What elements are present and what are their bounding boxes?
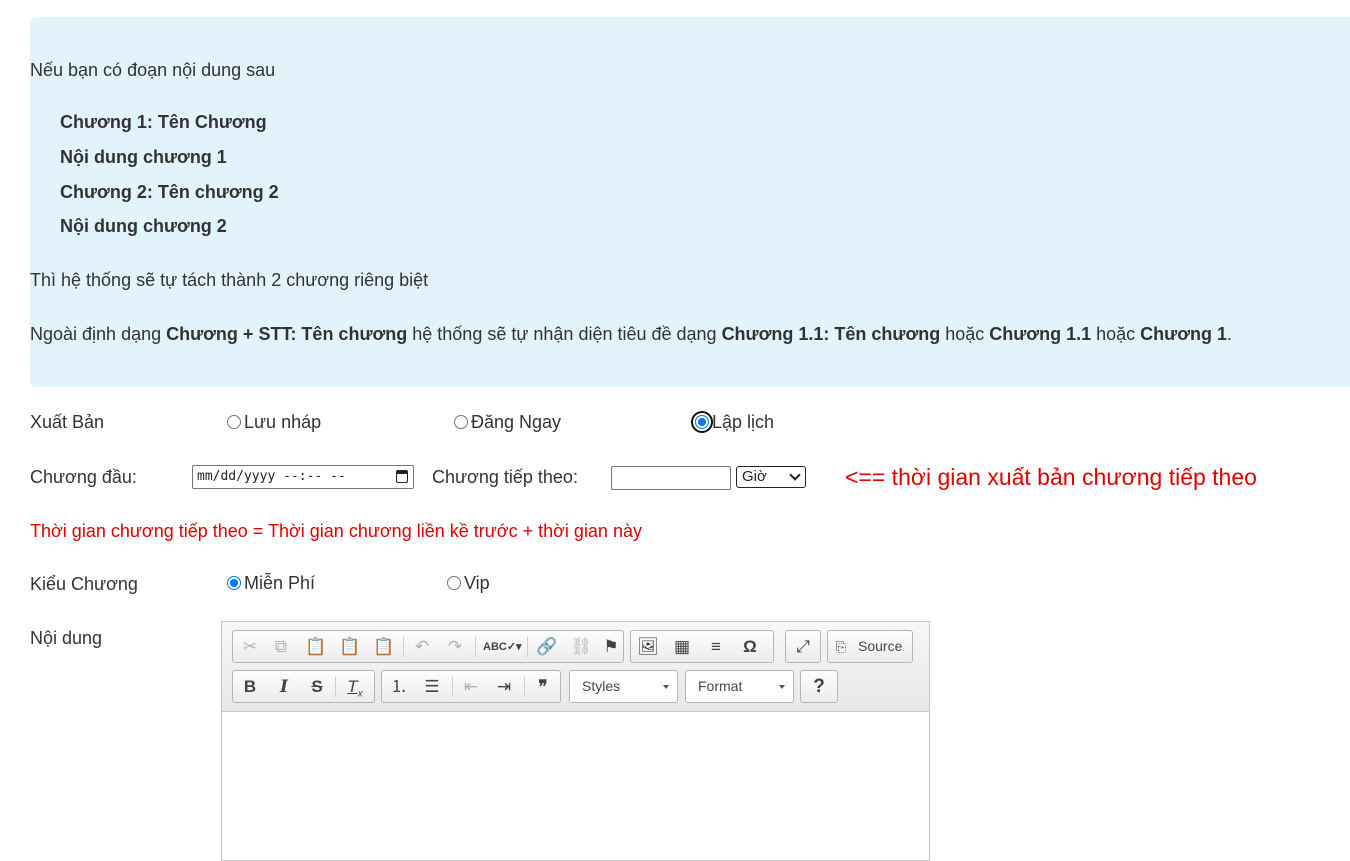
bold-icon[interactable]: B [236, 674, 264, 700]
blockquote-icon[interactable]: ❞ [529, 674, 557, 700]
outdent-icon[interactable]: ⇤ [457, 674, 485, 700]
chapter-type-label: Kiểu Chương [30, 574, 138, 594]
first-chapter-datetime-input[interactable]: mm/dd/yyyy --:-- -- [192, 465, 414, 489]
image-icon[interactable]: 🖼 [634, 634, 662, 660]
format-note: Ngoài định dạng Chương + STT: Tên chương… [30, 324, 1233, 344]
chevron-down-icon [789, 469, 801, 481]
radio-draft[interactable]: Lưu nháp [227, 412, 321, 433]
maximize-icon[interactable]: ⤢ [789, 634, 817, 660]
copy-icon[interactable]: ⧉ [267, 634, 295, 660]
radio-circle-icon[interactable] [454, 415, 468, 429]
instruction-box: Nếu bạn có đoạn nội dung sau Chương 1: T… [30, 17, 1350, 387]
unlink-icon[interactable]: ⛓ [567, 634, 595, 660]
radio-publish-now[interactable]: Đăng Ngay [454, 412, 561, 433]
link-icon[interactable]: 🔗 [533, 634, 561, 660]
publish-label: Xuất Bản [30, 412, 105, 432]
styles-dropdown[interactable]: Styles [569, 670, 678, 703]
time-unit-select[interactable]: Giờ [736, 466, 806, 488]
calendar-icon[interactable] [396, 470, 408, 483]
radio-circle-icon[interactable] [227, 415, 241, 429]
source-button[interactable]: ⎘ Source [827, 630, 913, 663]
toolbar-maximize-group: ⤢ [785, 630, 821, 663]
example-line: Nội dung chương 2 [60, 216, 227, 236]
radio-circle-icon[interactable] [447, 576, 461, 590]
strikethrough-icon[interactable]: S [303, 674, 331, 700]
dropdown-arrow-icon [663, 685, 669, 689]
special-char-icon[interactable]: Ω [736, 634, 764, 660]
format-dropdown[interactable]: Format [685, 670, 794, 703]
paste-icon[interactable]: 📋 [302, 634, 330, 660]
rich-text-editor[interactable]: ✂ ⧉ 📋 📋 📋 ↶ ↷ ABC✓▾ 🔗 ⛓ ⚑ 🖼 ▦ ≡ Ω ⤢ ⎘ So… [221, 621, 930, 861]
undo-icon[interactable]: ↶ [408, 634, 436, 660]
first-chapter-label: Chương đầu: [30, 467, 137, 487]
italic-icon[interactable]: I [270, 674, 298, 700]
numbered-list-icon[interactable]: ⒈ [385, 674, 413, 700]
result-text: Thì hệ thống sẽ tự tách thành 2 chương r… [30, 270, 429, 290]
next-chapter-hint: <== thời gian xuất bản chương tiếp theo [845, 464, 1257, 490]
example-line: Chương 2: Tên chương 2 [60, 182, 279, 202]
source-icon: ⎘ [835, 639, 847, 654]
example-line: Chương 1: Tên Chương [60, 112, 267, 132]
radio-selected-icon[interactable] [695, 415, 709, 429]
help-button[interactable]: ? [800, 670, 838, 703]
paste-word-icon[interactable]: 📋 [370, 634, 398, 660]
next-chapter-label: Chương tiếp theo: [432, 467, 578, 487]
radio-selected-icon[interactable] [227, 576, 241, 590]
toolbar-basic-styles: B I S Tx [232, 670, 375, 703]
editor-toolbar: ✂ ⧉ 📋 📋 📋 ↶ ↷ ABC✓▾ 🔗 ⛓ ⚑ 🖼 ▦ ≡ Ω ⤢ ⎘ So… [222, 622, 929, 712]
radio-schedule[interactable]: Lập lịch [695, 412, 774, 433]
example-line: Nội dung chương 1 [60, 147, 227, 167]
toolbar-insert-group: 🖼 ▦ ≡ Ω [630, 630, 774, 663]
intro-text: Nếu bạn có đoạn nội dung sau [30, 60, 276, 80]
interval-formula-note: Thời gian chương tiếp theo = Thời gian c… [30, 521, 642, 541]
editor-content-area[interactable] [222, 712, 929, 860]
remove-format-icon[interactable]: Tx [341, 674, 369, 700]
horizontal-line-icon[interactable]: ≡ [702, 634, 730, 660]
table-icon[interactable]: ▦ [668, 634, 696, 660]
toolbar-paragraph: ⒈ ☰ ⇤ ⇥ ❞ [381, 670, 561, 703]
dropdown-arrow-icon [779, 685, 785, 689]
cut-icon[interactable]: ✂ [236, 634, 264, 660]
redo-icon[interactable]: ↷ [441, 634, 469, 660]
paste-text-icon[interactable]: 📋 [336, 634, 364, 660]
source-label: Source [858, 638, 903, 654]
radio-vip[interactable]: Vip [447, 573, 490, 594]
content-label: Nội dung [30, 628, 103, 648]
spellcheck-icon[interactable]: ABC✓▾ [483, 634, 522, 660]
help-icon[interactable]: ? [805, 674, 833, 700]
next-chapter-interval-input[interactable] [611, 466, 731, 490]
bulleted-list-icon[interactable]: ☰ [418, 674, 446, 700]
indent-icon[interactable]: ⇥ [490, 674, 518, 700]
toolbar-row1: ✂ ⧉ 📋 📋 📋 ↶ ↷ ABC✓▾ 🔗 ⛓ ⚑ [232, 630, 624, 663]
radio-free[interactable]: Miễn Phí [227, 573, 315, 594]
anchor-flag-icon[interactable]: ⚑ [600, 634, 622, 660]
